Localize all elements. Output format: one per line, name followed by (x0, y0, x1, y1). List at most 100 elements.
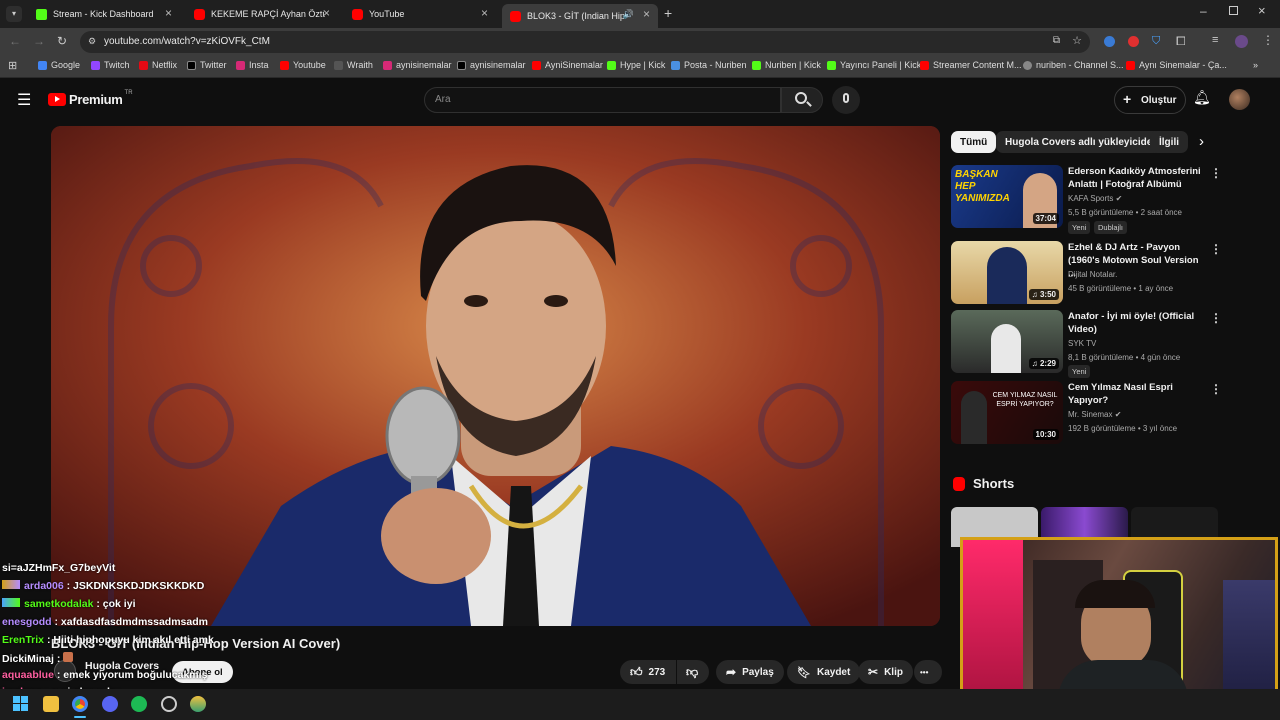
bookmark-yayinci-paneli[interactable]: Yayıncı Paneli | Kick (827, 60, 921, 70)
close-icon[interactable]: × (165, 6, 172, 20)
rec-thumbnail[interactable]: CEM YILMAZ NASIL ESPRİ YAPIYOR? 10:30 (951, 381, 1063, 444)
chip-related[interactable]: İlgili (1150, 131, 1188, 153)
more-actions-button[interactable]: ••• (914, 660, 942, 684)
tab-search-button[interactable]: ▾ (6, 6, 22, 22)
duration-text: 3:50 (1039, 290, 1056, 299)
bookmark-aynisinemalar-x[interactable]: aynisinemalar (457, 60, 526, 70)
rec-thumbnail[interactable]: BAŞKAN HEP YANIMIZDA 37:04 (951, 165, 1063, 228)
mic-button[interactable] (832, 86, 860, 114)
maximize-icon[interactable] (1229, 6, 1238, 15)
share-button[interactable]: ➦ Paylaş (716, 660, 784, 684)
bookmark-youtube[interactable]: Youtube (280, 60, 326, 70)
thumbs-up-icon: 👍︎ (630, 664, 643, 679)
verified-icon: ✔︎ (1114, 410, 1122, 419)
bookmark-nuriben-channel[interactable]: nuriben - Channel S... (1023, 60, 1124, 70)
reload-icon[interactable]: ↻ (57, 34, 67, 48)
bookmark-streamer-content[interactable]: Streamer Content M... (920, 60, 1022, 70)
bookmark-twitter[interactable]: Twitter (187, 60, 227, 70)
hamburger-menu-icon[interactable]: ☰ (17, 90, 31, 110)
more-vert-icon[interactable]: ⋮ (1210, 242, 1222, 256)
tab-kekeme-rapci[interactable]: KEKEME RAPÇİ Ayhan Öztürk Yo × (186, 3, 338, 25)
bookmark-aynisinemalar-insta[interactable]: aynisinemalar (383, 60, 452, 70)
video-player[interactable] (51, 126, 940, 626)
rec-channel[interactable]: SYK TV (1068, 339, 1096, 348)
notifications-bell-icon[interactable]: 🔔︎ (1193, 89, 1211, 106)
close-icon[interactable]: × (481, 6, 488, 20)
file-explorer-icon[interactable] (43, 696, 59, 712)
chat-message: DickiMinaj : (2, 652, 74, 665)
more-vert-icon[interactable]: ⋮ (1210, 311, 1222, 325)
rec-title[interactable]: Cem Yılmaz Nasıl Espri Yapıyor? (1068, 381, 1203, 407)
bookmark-netflix[interactable]: Netflix (139, 60, 177, 70)
bookmark-wraith[interactable]: Wraith (334, 60, 373, 70)
close-icon[interactable]: × (323, 6, 330, 20)
bookmark-label: AyniSinemalar (545, 60, 603, 70)
search-input[interactable]: Ara (424, 87, 781, 113)
rec-channel[interactable]: Dijital Notalar. (1068, 270, 1117, 279)
address-bar[interactable]: ⚙ youtube.com/watch?v=zKiOVFk_CtM ⧉ ☆ (80, 31, 1090, 53)
rec-thumbnail[interactable]: ♫ 2:29 (951, 310, 1063, 373)
menu-icon[interactable]: ⋮ (1262, 33, 1274, 47)
bookmark-ayni-sinemalar-ca[interactable]: Aynı Sinemalar - Ça... (1126, 60, 1227, 70)
url-text[interactable]: youtube.com/watch?v=zKiOVFk_CtM (104, 36, 270, 47)
scissors-icon: ✂ (868, 665, 879, 679)
bookmark-nuriben-kick[interactable]: Nuriben | Kick (752, 60, 821, 70)
media-control-icon[interactable]: ≡ (1212, 34, 1218, 46)
dislike-button[interactable]: 👎︎ (677, 660, 709, 684)
shield-icon[interactable]: ⛉ (1152, 35, 1160, 48)
extension-icon[interactable] (1104, 36, 1115, 47)
new-tab-button[interactable]: + (664, 5, 672, 21)
chrome-icon[interactable] (72, 696, 88, 712)
bookmark-star-icon[interactable]: ☆ (1072, 34, 1082, 47)
window-close-icon[interactable]: × (1258, 3, 1266, 18)
back-icon[interactable]: ← (9, 34, 21, 48)
bookmark-posta-nuriben[interactable]: Posta - Nuriben (671, 60, 747, 70)
discord-icon[interactable] (102, 696, 118, 712)
kick-icon (36, 8, 47, 20)
tab-youtube[interactable]: YouTube × (344, 3, 496, 25)
apps-icon[interactable]: ⊞ (8, 59, 17, 72)
bookmark-insta[interactable]: Insta (236, 60, 269, 70)
like-button[interactable]: 👍︎ 273 (620, 660, 676, 684)
minimize-icon[interactable]: – (1200, 4, 1207, 18)
app-icon[interactable] (190, 696, 206, 712)
rec-channel[interactable]: Mr. Sinemax ✔︎ (1068, 410, 1121, 419)
install-app-icon[interactable]: ⧉ (1053, 35, 1060, 46)
chat-user: sametkodalak (24, 598, 94, 610)
clip-button[interactable]: ✂ Klip (858, 660, 913, 684)
windows-start-icon[interactable] (13, 696, 29, 712)
chip-all[interactable]: Tümü (951, 131, 997, 153)
chat-text: : çok iyi (93, 598, 136, 610)
profile-icon[interactable] (1235, 35, 1248, 48)
shorts-icon (953, 476, 965, 491)
forward-icon[interactable]: → (33, 34, 45, 48)
rec-title[interactable]: Ederson Kadıköy Atmosferini Anlattı | Fo… (1068, 165, 1203, 191)
more-vert-icon[interactable]: ⋮ (1210, 166, 1222, 180)
spotify-icon[interactable] (131, 696, 147, 712)
close-icon[interactable]: × (643, 7, 650, 21)
rec-thumbnail[interactable]: ♫ 3:50 (951, 241, 1063, 304)
bookmark-google[interactable]: Google (38, 60, 80, 70)
create-button[interactable]: + Oluştur (1114, 86, 1186, 114)
save-button[interactable]: 🔖︎ Kaydet (787, 660, 861, 684)
tab-blok3-git[interactable]: BLOK3 - GİT (Indian Hip-Ho 🔊 × (502, 4, 658, 28)
bookmark-twitch[interactable]: Twitch (91, 60, 130, 70)
more-vert-icon[interactable]: ⋮ (1210, 382, 1222, 396)
site-info-icon[interactable]: ⚙ (88, 36, 96, 47)
search-button[interactable] (781, 87, 823, 113)
bookmark-aynisinemalar-yt[interactable]: AyniSinemalar (532, 60, 603, 70)
extensions-puzzle-icon[interactable]: ⧠ (1176, 34, 1186, 49)
bookmark-hype-kick[interactable]: Hype | Kick (607, 60, 665, 70)
rec-title[interactable]: Anafor - İyi mi öyle! (Official Video) (1068, 310, 1203, 336)
speaker-icon[interactable]: 🔊 (623, 9, 634, 20)
youtube-logo[interactable]: Premium TR (48, 90, 133, 107)
tab-title: BLOK3 - GİT (Indian Hip-Ho (527, 11, 625, 21)
avatar[interactable] (1229, 89, 1250, 110)
extension-icon[interactable] (1128, 36, 1139, 47)
bookmarks-more-icon[interactable]: » (1253, 60, 1258, 70)
chip-from-uploader[interactable]: Hugola Covers adlı yükleyiciden (996, 131, 1168, 153)
tab-kick-dashboard[interactable]: Stream - Kick Dashboard × (28, 3, 180, 25)
rec-channel[interactable]: KAFA Sports ✔︎ (1068, 194, 1122, 203)
obs-icon[interactable] (161, 696, 177, 712)
chevron-right-icon[interactable]: › (1199, 133, 1204, 150)
